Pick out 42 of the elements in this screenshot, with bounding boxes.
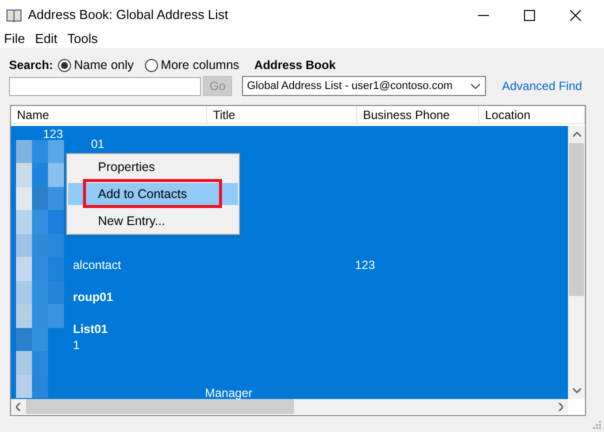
- resize-grip-icon: [593, 421, 602, 430]
- address-book-label: Address Book: [254, 57, 336, 74]
- horizontal-scrollbar[interactable]: [11, 399, 568, 414]
- column-header[interactable]: Location: [479, 106, 585, 123]
- scrollbar-thumb[interactable]: [26, 399, 294, 414]
- menu-item[interactable]: Edit: [30, 29, 62, 49]
- vertical-scrollbar[interactable]: [568, 126, 585, 399]
- column-header[interactable]: Title: [207, 106, 357, 123]
- context-menu-item[interactable]: Properties: [68, 156, 238, 178]
- name-cell-text: roup01: [73, 289, 114, 306]
- radio-label: Name only: [74, 56, 134, 74]
- name-cell-text: 123: [43, 126, 64, 143]
- address-book-dropdown[interactable]: Global Address List - user1@contoso.com: [242, 76, 486, 96]
- book-icon: [6, 8, 22, 22]
- title-cell-text: Manager: [205, 385, 252, 402]
- menu-item[interactable]: File: [0, 29, 30, 49]
- column-header[interactable]: Name: [11, 106, 207, 123]
- minimize-icon: [478, 14, 488, 16]
- name-cell-text: alcontact: [73, 257, 122, 274]
- radio-label: More columns: [160, 56, 240, 74]
- column-header[interactable]: Business Phone: [357, 106, 479, 123]
- chevron-down-icon: [572, 388, 580, 393]
- name-cell-text: 01: [91, 136, 104, 153]
- advanced-find-link[interactable]: Advanced Find: [502, 77, 582, 95]
- context-menu-item[interactable]: New Entry...: [68, 210, 238, 232]
- name-cell-text: List01: [73, 321, 108, 338]
- search-field[interactable]: [9, 76, 201, 96]
- chevron-down-icon: [471, 84, 480, 88]
- chevron-up-icon: [572, 132, 580, 137]
- name-cell-text: 1: [73, 337, 80, 354]
- phone-cell-text: 123: [355, 257, 376, 274]
- radio-button[interactable]: [144, 58, 158, 72]
- context-menu-item[interactable]: Add to Contacts: [68, 183, 238, 205]
- chevron-right-icon: [558, 402, 563, 410]
- close-icon: [570, 10, 580, 20]
- radio-button[interactable]: [58, 58, 72, 72]
- chevron-left-icon: [16, 402, 21, 410]
- maximize-icon: [524, 10, 534, 20]
- search-label: Search:: [9, 57, 54, 74]
- window-title: Address Book: Global Address List: [28, 6, 228, 24]
- scrollbar-thumb[interactable]: [569, 143, 584, 296]
- menu-item[interactable]: Tools: [62, 29, 103, 49]
